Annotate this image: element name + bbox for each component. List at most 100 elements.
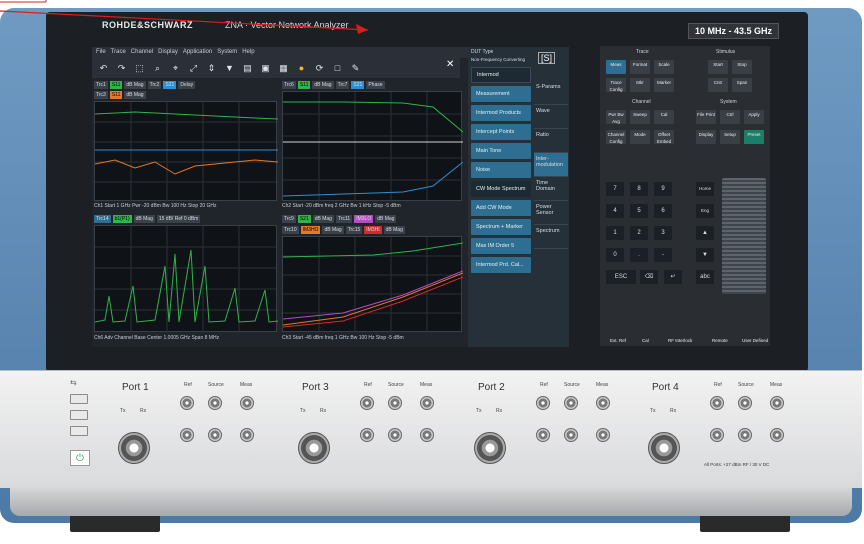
trace-format[interactable]: dB Mag <box>124 91 146 99</box>
trace-param[interactable]: S21 <box>351 81 365 89</box>
front-button-3[interactable] <box>70 426 88 436</box>
tab-intermodulation[interactable]: Inter-modulation <box>534 153 568 177</box>
meas-out-jack[interactable] <box>770 396 784 410</box>
trace-param[interactable]: S21 <box>163 81 177 89</box>
source-out-jack[interactable] <box>564 396 578 410</box>
trace-format[interactable]: dB Mag <box>133 215 155 223</box>
port-connector[interactable] <box>298 432 330 464</box>
marker-icon[interactable]: ⌖ <box>170 63 181 74</box>
trace-label[interactable]: Trc11 <box>335 215 353 223</box>
key-4[interactable]: 4 <box>606 204 624 218</box>
key-2[interactable]: 2 <box>630 226 648 240</box>
power-button[interactable]: ⏻ <box>70 450 90 466</box>
add-cw-mode-button[interactable]: Add CW Mode <box>471 200 531 216</box>
intermod-cal-button[interactable]: Intermod Prd. Cal... <box>471 257 531 273</box>
wrench-icon[interactable]: ✎ <box>350 63 361 74</box>
trace-param[interactable]: S11 <box>297 81 311 89</box>
trace-format[interactable]: dB Mag <box>383 226 405 234</box>
arrow-down-key[interactable]: ▼ <box>696 248 714 262</box>
key-7[interactable]: 7 <box>606 182 624 196</box>
abc-key[interactable]: abc <box>696 270 714 284</box>
trace-label[interactable]: Trc3 <box>94 91 108 99</box>
trace-label[interactable]: Trc2 <box>147 81 162 89</box>
autoscale-icon[interactable]: ⇕ <box>206 63 217 74</box>
ref-out-jack[interactable] <box>360 396 374 410</box>
save-icon[interactable]: ▣ <box>260 63 271 74</box>
source-in-jack[interactable] <box>564 428 578 442</box>
help-icon[interactable]: ● <box>296 63 307 74</box>
trace-label[interactable]: Trc9 <box>282 215 296 223</box>
menu-system[interactable]: System <box>217 49 237 56</box>
front-button-2[interactable] <box>70 410 88 420</box>
zoom-icon[interactable]: ⬚ <box>134 63 145 74</box>
mkr-key[interactable]: Mkr <box>630 78 650 92</box>
ref-in-jack[interactable] <box>360 428 374 442</box>
trace-param[interactable]: S21 <box>297 215 311 223</box>
trace-label[interactable]: Trc7 <box>335 81 350 89</box>
plot-top-left[interactable] <box>94 101 278 202</box>
menu-help[interactable]: Help <box>242 49 254 56</box>
ref-out-jack[interactable] <box>710 396 724 410</box>
menu-display[interactable]: Display <box>158 49 178 56</box>
menu-trace[interactable]: Trace <box>111 49 126 56</box>
backspace-key[interactable]: ⌫ <box>640 270 658 284</box>
meas-out-jack[interactable] <box>240 396 254 410</box>
refresh-icon[interactable]: ⟳ <box>314 63 325 74</box>
meas-in-jack[interactable] <box>770 428 784 442</box>
meas-key[interactable]: Meas <box>606 60 626 74</box>
redo-icon[interactable]: ↷ <box>116 63 127 74</box>
mode-key[interactable]: Mode <box>630 130 650 144</box>
trace-label[interactable]: Trc15 <box>345 226 363 234</box>
trace-param[interactable]: b1(P1) <box>112 215 132 223</box>
key-dot[interactable]: . <box>630 248 648 262</box>
scale-key[interactable]: Scale <box>654 60 674 74</box>
print-icon[interactable]: ▤ <box>242 63 253 74</box>
plot-bottom-right[interactable] <box>282 236 463 333</box>
front-button-1[interactable] <box>70 394 88 404</box>
tab-power-sensor[interactable]: Power Sensor <box>534 201 568 225</box>
eng-key[interactable]: Eng <box>696 204 714 218</box>
key-6[interactable]: 6 <box>654 204 672 218</box>
intermod-button[interactable]: Intermod <box>471 67 531 83</box>
source-in-jack[interactable] <box>388 428 402 442</box>
tab-wave[interactable]: Wave <box>534 105 568 129</box>
setup-key[interactable]: Setup <box>720 130 740 144</box>
meas-in-jack[interactable] <box>596 428 610 442</box>
max-im-order-button[interactable]: Max IM Order 5 <box>471 238 531 254</box>
center-key[interactable]: Cntr <box>708 78 728 92</box>
enter-key[interactable]: ↵ <box>664 270 682 284</box>
undo-icon[interactable]: ↶ <box>98 63 109 74</box>
meas-out-jack[interactable] <box>596 396 610 410</box>
trace-format[interactable]: dB Mag <box>312 81 334 89</box>
marker-key[interactable]: Marker <box>654 78 674 92</box>
source-in-jack[interactable] <box>738 428 752 442</box>
source-out-jack[interactable] <box>738 396 752 410</box>
ref-out-jack[interactable] <box>180 396 194 410</box>
meas-in-jack[interactable] <box>420 428 434 442</box>
menu-application[interactable]: Application <box>183 49 212 56</box>
display-key[interactable]: Display <box>696 130 716 144</box>
source-in-jack[interactable] <box>208 428 222 442</box>
ctrl-key[interactable]: Ctrl <box>720 110 740 124</box>
preset-key[interactable]: Preset <box>744 130 764 144</box>
intercept-points-button[interactable]: Intercept Points <box>471 124 531 140</box>
trace-param[interactable]: S11 <box>109 81 123 89</box>
spectrum-marker-button[interactable]: Spectrum + Marker <box>471 219 531 235</box>
plot-top-right[interactable] <box>282 91 463 202</box>
port-connector[interactable] <box>648 432 680 464</box>
dut-type-selector[interactable]: [S] <box>538 52 556 64</box>
key-5[interactable]: 5 <box>630 204 648 218</box>
plot-bottom-left[interactable] <box>94 225 278 333</box>
tab-time-domain[interactable]: Time Domain <box>534 177 568 201</box>
meas-out-jack[interactable] <box>420 396 434 410</box>
start-key[interactable]: Start <box>708 60 728 74</box>
intermod-products-button[interactable]: Intermod Products <box>471 105 531 121</box>
menu-file[interactable]: File <box>96 49 106 56</box>
home-key[interactable]: Home <box>696 182 714 196</box>
key-minus[interactable]: - <box>654 248 672 262</box>
trace-format[interactable]: dB Mag <box>312 215 334 223</box>
noise-button[interactable]: Noise <box>471 162 531 178</box>
esc-key[interactable]: ESC <box>606 270 636 284</box>
format-key[interactable]: Format <box>630 60 650 74</box>
expand-icon[interactable]: ⤢ <box>188 63 199 74</box>
